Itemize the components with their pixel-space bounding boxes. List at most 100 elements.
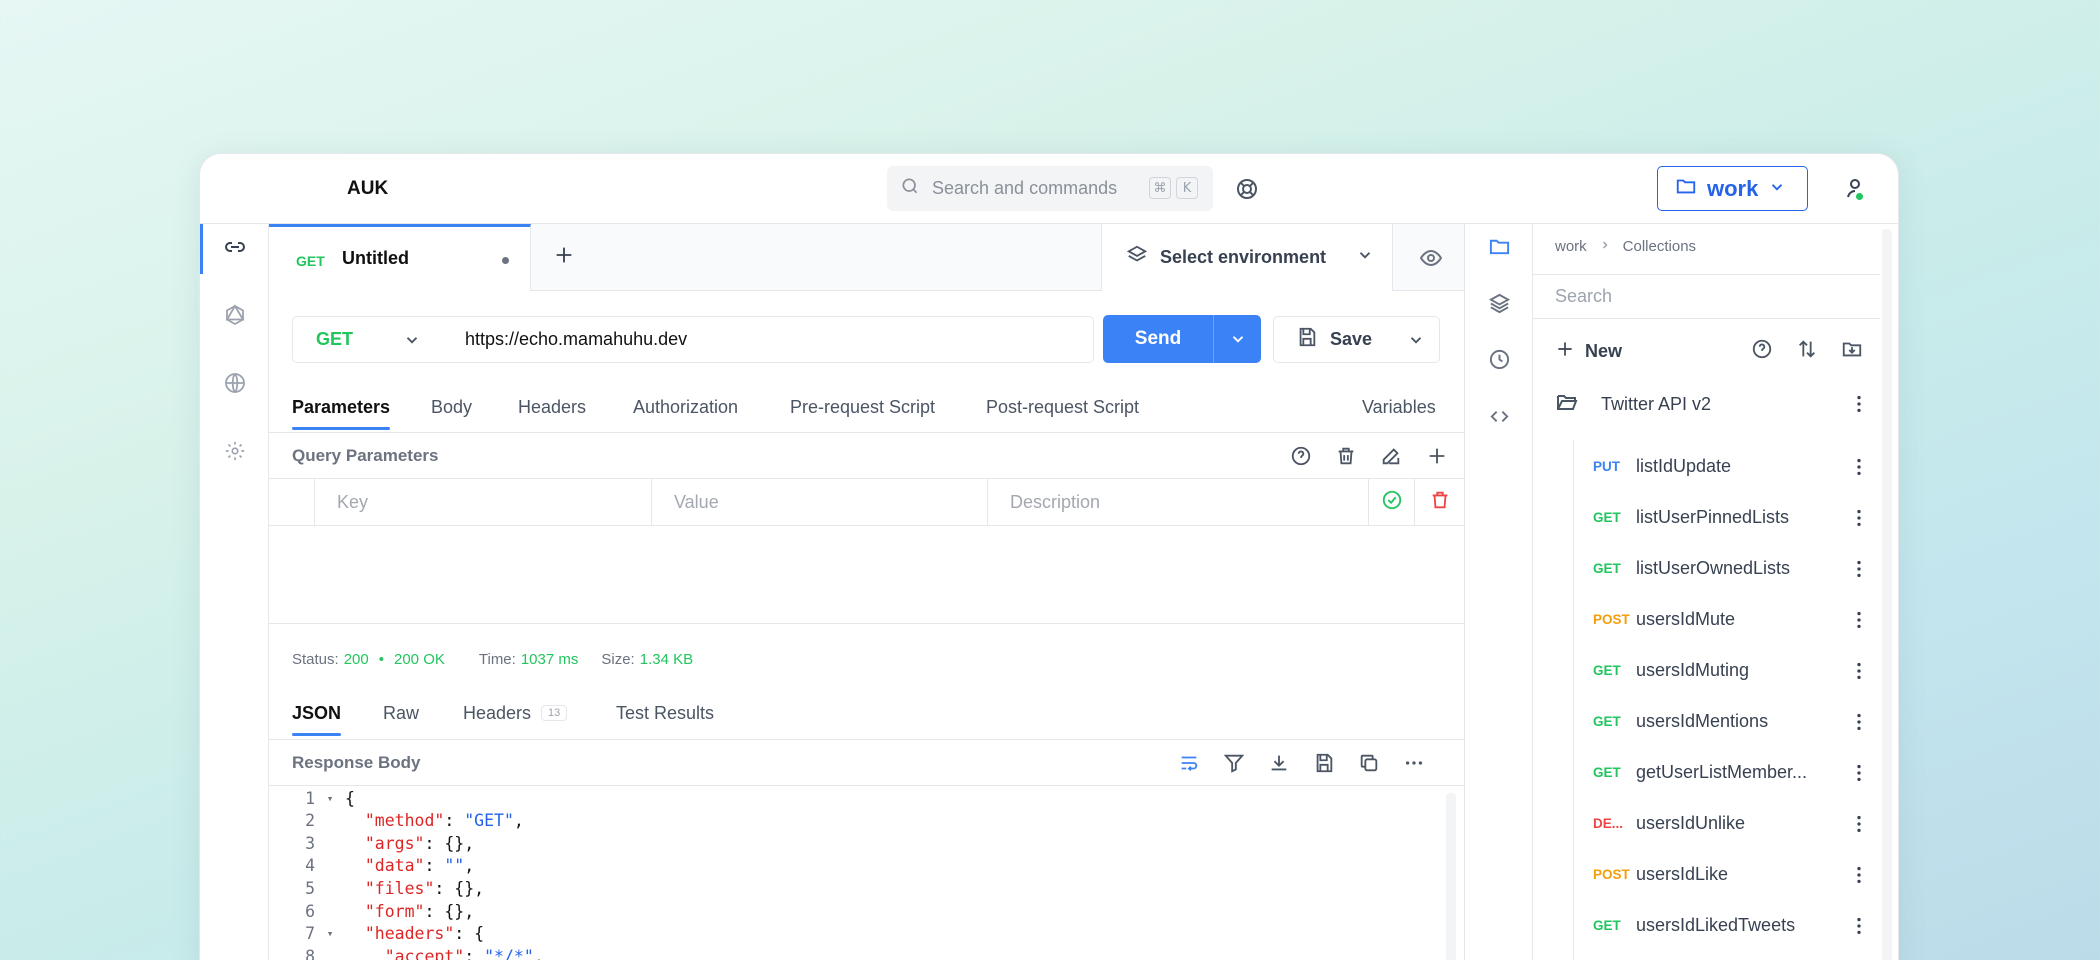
more-vertical-icon[interactable] xyxy=(1848,813,1870,840)
trash-icon[interactable] xyxy=(1334,444,1358,468)
more-vertical-icon[interactable] xyxy=(1848,507,1870,534)
rail-item-realtime[interactable] xyxy=(200,360,269,410)
param-description-input[interactable]: Description xyxy=(988,479,1369,526)
rail-item-settings[interactable] xyxy=(200,428,269,478)
import-folder-icon[interactable] xyxy=(1841,338,1863,365)
tab-authorization[interactable]: Authorization xyxy=(633,397,738,418)
more-horizontal-icon[interactable] xyxy=(1402,751,1426,775)
workspace-selector[interactable]: work xyxy=(1657,166,1808,211)
collection-folder[interactable]: Twitter API v2 xyxy=(1555,382,1880,426)
param-key-input[interactable]: Key xyxy=(315,479,652,526)
sort-icon[interactable] xyxy=(1796,338,1818,365)
more-vertical-icon[interactable] xyxy=(1848,609,1870,636)
more-vertical-icon[interactable] xyxy=(1848,711,1870,738)
lifebuoy-icon[interactable] xyxy=(1235,177,1259,206)
url-input[interactable]: https://echo.mamahuhu.dev xyxy=(441,316,1094,363)
send-label: Send xyxy=(1134,328,1182,349)
collection-request-item[interactable]: GET listUserPinnedLists xyxy=(1593,497,1880,537)
collection-request-item[interactable]: GET listUserOwnedLists xyxy=(1593,548,1880,588)
collection-request-item[interactable]: DE... usersIdUnlike xyxy=(1593,803,1880,843)
json-sep: : xyxy=(424,856,445,876)
save-button[interactable]: Save xyxy=(1273,316,1440,363)
method-select[interactable]: GET xyxy=(292,316,442,363)
tab-post-request-script[interactable]: Post-request Script xyxy=(986,397,1139,418)
tab-test-results[interactable]: Test Results xyxy=(616,703,714,724)
rail-item-graphql[interactable] xyxy=(200,292,269,342)
send-button[interactable]: Send xyxy=(1103,315,1261,363)
more-vertical-icon[interactable] xyxy=(1848,915,1870,942)
collections-scrollbar[interactable] xyxy=(1882,229,1892,960)
more-vertical-icon[interactable] xyxy=(1848,864,1870,891)
send-options-chevron-icon[interactable] xyxy=(1213,315,1261,363)
param-value-input[interactable]: Value xyxy=(652,479,988,526)
collection-request-item[interactable]: GET usersIdMuting xyxy=(1593,650,1880,690)
folder-icon xyxy=(1675,175,1697,203)
json-key: "args" xyxy=(364,833,425,853)
param-enabled-toggle[interactable] xyxy=(1369,479,1415,526)
url-value: https://echo.mamahuhu.dev xyxy=(465,329,688,349)
collections-search-input[interactable]: Search xyxy=(1533,274,1880,319)
more-vertical-icon[interactable] xyxy=(1848,660,1870,687)
new-collection-button[interactable]: New xyxy=(1555,339,1622,364)
collection-request-item[interactable]: PUT listIdUpdate xyxy=(1593,446,1880,486)
environment-selector[interactable]: Select environment xyxy=(1101,224,1393,291)
rail-item-rest[interactable] xyxy=(200,224,269,274)
tab-response-headers[interactable]: Headers 13 xyxy=(463,703,568,724)
folder-open-icon xyxy=(1555,390,1579,419)
collection-request-item[interactable]: POST usersIdLike xyxy=(1593,854,1880,894)
chevron-down-icon[interactable] xyxy=(1407,331,1425,354)
rail-item-environments[interactable] xyxy=(1465,281,1534,331)
response-code-editor[interactable]: 1 ▾ { 2 "method": "GET", 3 "args": {}, 4… xyxy=(269,787,1449,960)
command-search[interactable]: Search and commands ⌘ K xyxy=(887,166,1213,211)
collection-request-item[interactable]: GET usersIdMentions xyxy=(1593,701,1880,741)
time-value: 1037 ms xyxy=(520,651,579,668)
tab-untitled[interactable]: GET Untitled xyxy=(269,224,531,291)
tab-body[interactable]: Body xyxy=(431,397,472,418)
tab-variables[interactable]: Variables xyxy=(1362,397,1436,418)
save-response-icon[interactable] xyxy=(1312,751,1336,775)
bulk-edit-icon[interactable] xyxy=(1379,444,1403,468)
rail-item-history[interactable] xyxy=(1465,337,1534,387)
param-delete-button[interactable] xyxy=(1415,479,1465,526)
clock-icon xyxy=(1488,348,1511,376)
response-scrollbar[interactable] xyxy=(1446,793,1456,960)
collection-request-item[interactable]: GET getUserListMember... xyxy=(1593,752,1880,792)
more-vertical-icon[interactable] xyxy=(1848,558,1870,585)
collection-request-item[interactable]: POST usersIdMute xyxy=(1593,599,1880,639)
rail-item-collections[interactable] xyxy=(1465,224,1534,274)
status-separator: • xyxy=(378,651,384,668)
request-section-tabs: Parameters Body Headers Authorization Pr… xyxy=(292,397,1442,437)
more-vertical-icon[interactable] xyxy=(1848,456,1870,483)
add-icon[interactable] xyxy=(1425,444,1449,468)
drag-handle[interactable] xyxy=(269,479,315,526)
new-tab-button[interactable] xyxy=(553,242,575,273)
collection-request-item[interactable]: GET usersIdLikedTweets xyxy=(1593,905,1880,945)
user-icon[interactable] xyxy=(1843,176,1867,205)
help-icon[interactable] xyxy=(1289,444,1313,468)
tab-json[interactable]: JSON xyxy=(292,703,342,736)
request-method: GET xyxy=(1593,917,1621,933)
more-vertical-icon[interactable] xyxy=(1848,762,1870,789)
code-line: 6 "form": {}, xyxy=(269,900,474,922)
wrap-lines-icon[interactable] xyxy=(1177,751,1201,775)
rail-item-code[interactable] xyxy=(1465,394,1534,444)
filter-icon[interactable] xyxy=(1222,751,1246,775)
code-line: 1 ▾ { xyxy=(269,787,355,809)
tab-pre-request-script[interactable]: Pre-request Script xyxy=(790,397,935,418)
breadcrumb-root[interactable]: work xyxy=(1555,238,1587,255)
more-vertical-icon[interactable] xyxy=(1848,393,1870,420)
tab-raw[interactable]: Raw xyxy=(383,703,419,724)
tab-parameters[interactable]: Parameters xyxy=(292,397,391,430)
json-tail: , xyxy=(533,946,544,960)
download-icon[interactable] xyxy=(1267,751,1291,775)
eye-icon[interactable] xyxy=(1419,246,1443,275)
fold-toggle[interactable]: ▾ xyxy=(315,792,345,805)
unsaved-dot[interactable] xyxy=(502,257,509,264)
tab-headers[interactable]: Headers xyxy=(518,397,586,418)
help-icon[interactable] xyxy=(1751,338,1773,365)
request-response-divider[interactable] xyxy=(269,623,1465,624)
collection-request-item[interactable]: POSTusersIdFollow xyxy=(1593,956,1880,960)
fold-toggle[interactable]: ▾ xyxy=(315,927,345,940)
request-method: POST xyxy=(1593,866,1630,882)
copy-icon[interactable] xyxy=(1357,751,1381,775)
